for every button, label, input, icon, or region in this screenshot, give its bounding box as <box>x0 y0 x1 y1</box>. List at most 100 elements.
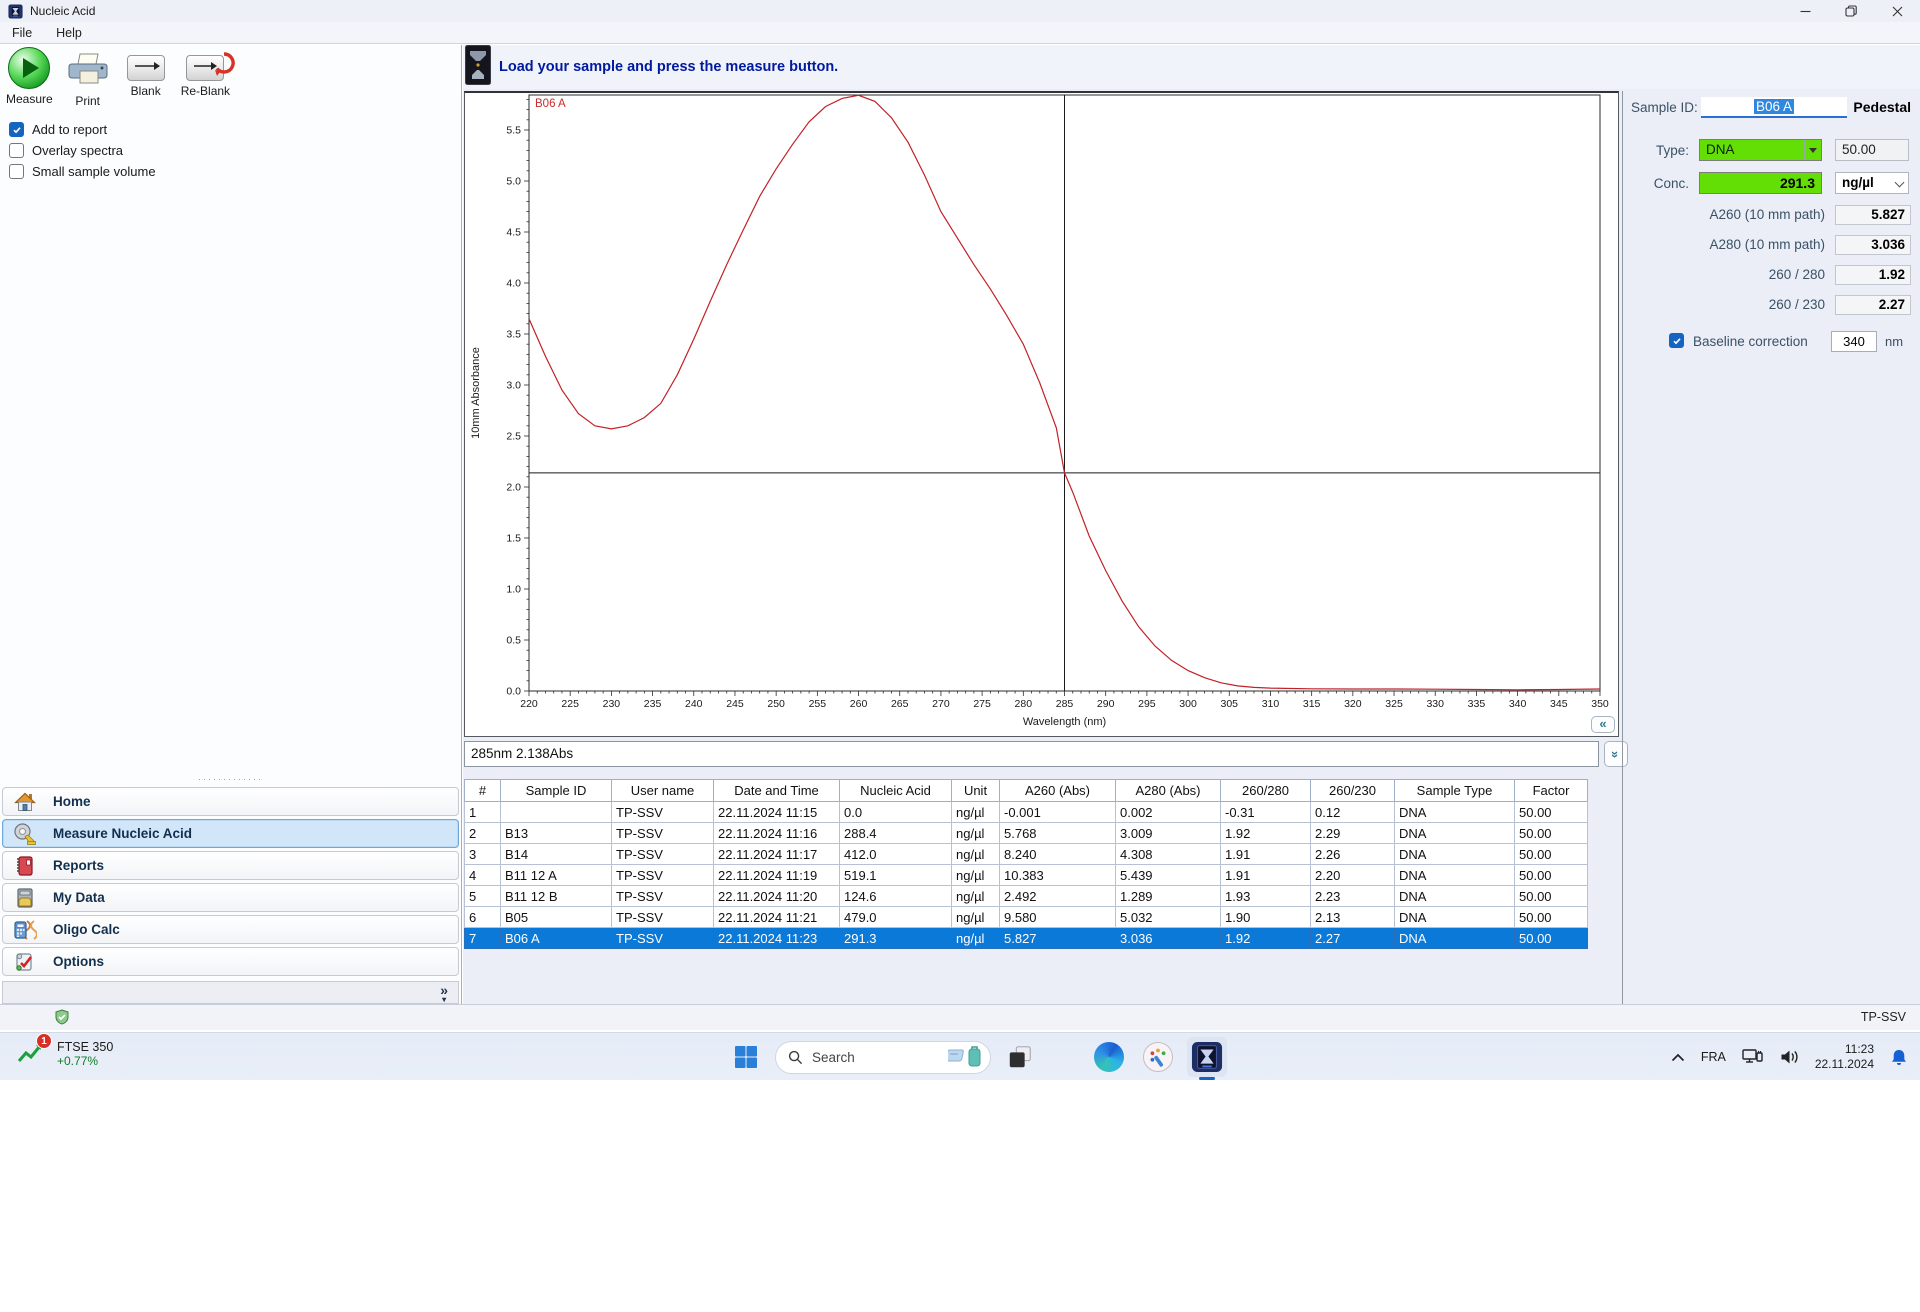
svg-text:3.5: 3.5 <box>506 329 521 341</box>
column-header[interactable]: Date and Time <box>713 779 840 802</box>
column-header[interactable]: 260/280 <box>1220 779 1311 802</box>
menu-help[interactable]: Help <box>44 26 94 40</box>
table-cell: ng/µl <box>951 906 1000 928</box>
sample-id-input[interactable]: B06 A <box>1701 97 1847 118</box>
svg-text:10mm Absorbance: 10mm Absorbance <box>470 347 482 439</box>
print-button[interactable]: Print <box>65 47 111 108</box>
column-header[interactable]: 260/230 <box>1310 779 1395 802</box>
menu-file[interactable]: File <box>0 26 44 40</box>
factor-field[interactable]: 50.00 <box>1835 139 1909 161</box>
table-cell: 0.12 <box>1310 801 1395 823</box>
close-button[interactable] <box>1874 0 1920 22</box>
table-cell: 291.3 <box>839 927 952 949</box>
column-header[interactable]: Nucleic Acid <box>839 779 952 802</box>
table-cell: 2.492 <box>999 885 1116 907</box>
svg-text:3.0: 3.0 <box>506 380 521 392</box>
svg-text:295: 295 <box>1138 698 1156 710</box>
column-header[interactable]: Sample ID <box>500 779 612 802</box>
checkbox-icon <box>9 143 24 158</box>
table-row[interactable]: 2 B13 TP-SSV 22.11.2024 11:16 288.4 ng/µl 5.76… <box>464 822 1588 844</box>
start-button[interactable] <box>726 1037 766 1077</box>
checkbox-add-to-report[interactable]: Add to report <box>9 119 156 140</box>
table-cell: 4.308 <box>1115 843 1221 865</box>
notification-bell-icon[interactable] <box>1890 1048 1908 1066</box>
table-row[interactable]: 1 TP-SSV 22.11.2024 11:15 0.0 ng/µl -0.001 0.0… <box>464 801 1588 823</box>
tray-date: 22.11.2024 <box>1814 1057 1874 1071</box>
sidebar-item-oligo-calc[interactable]: Oligo Calc <box>2 915 459 944</box>
svg-text:Wavelength (nm): Wavelength (nm) <box>1023 716 1106 728</box>
reblank-button[interactable]: Re-Blank <box>181 47 236 108</box>
network-icon[interactable] <box>1742 1048 1764 1066</box>
chevron-down-icon <box>1894 177 1905 188</box>
column-header[interactable]: A280 (Abs) <box>1115 779 1221 802</box>
sidebar-item-options[interactable]: Options <box>2 947 459 976</box>
chart-collapse-button[interactable]: « <box>1591 716 1615 733</box>
type-select[interactable]: DNA <box>1699 139 1822 161</box>
nucleic-acid-app-button[interactable] <box>1187 1037 1227 1080</box>
restore-button[interactable] <box>1828 0 1874 22</box>
widgets-button[interactable]: 1 FTSE 350 +0.77% <box>16 1033 113 1071</box>
results-table-wrap: # Sample ID User name Date and Time Nucleic … <box>464 779 1588 949</box>
checkbox-overlay-spectra[interactable]: Overlay spectra <box>9 140 156 161</box>
sidebar-item-home[interactable]: Home <box>2 787 459 816</box>
table-row[interactable]: 5 B11 12 B TP-SSV 22.11.2024 11:20 124.6 ng/µ… <box>464 885 1588 907</box>
column-header[interactable]: Unit <box>951 779 1000 802</box>
table-cell: 0.0 <box>839 801 952 823</box>
minimize-button[interactable] <box>1782 0 1828 22</box>
table-row[interactable]: 6 B05 TP-SSV 22.11.2024 11:21 479.0 ng/µl 9.58… <box>464 906 1588 928</box>
baseline-label: Baseline correction <box>1693 334 1808 349</box>
table-row[interactable]: 7 B06 A TP-SSV 22.11.2024 11:23 291.3 ng/µl 5.… <box>464 927 1588 949</box>
language-indicator[interactable]: FRA <box>1701 1050 1726 1064</box>
column-header[interactable]: A260 (Abs) <box>999 779 1116 802</box>
measure-button[interactable]: Measure <box>6 47 53 108</box>
table-cell <box>500 801 612 823</box>
svg-text:2.5: 2.5 <box>506 431 521 443</box>
table-cell: DNA <box>1394 885 1515 907</box>
edge-browser-button[interactable] <box>1089 1037 1129 1077</box>
concentration-value: 291.3 <box>1699 172 1822 194</box>
paint-app-button[interactable] <box>1138 1037 1178 1077</box>
table-cell: 8.240 <box>999 843 1116 865</box>
baseline-wavelength-field[interactable]: 340 <box>1831 331 1877 352</box>
checkbox-small-sample-volume[interactable]: Small sample volume <box>9 161 156 182</box>
collapse-sidebar-button[interactable]: » ▾ <box>440 983 448 1004</box>
sidebar-item-my-data[interactable]: My Data <box>2 883 459 912</box>
sidebar-item-reports[interactable]: Reports <box>2 851 459 880</box>
sidebar-nav: Home Measure Nucleic Acid Reports My Data Ol… <box>2 787 459 976</box>
conc-label: Conc. <box>1653 176 1689 191</box>
baseline-unit: nm <box>1885 334 1904 349</box>
table-cell: 2.20 <box>1310 864 1395 886</box>
blank-button[interactable]: Blank <box>123 47 169 108</box>
table-row[interactable]: 4 B11 12 A TP-SSV 22.11.2024 11:19 519.1 ng/µ… <box>464 864 1588 886</box>
table-cell: 1.90 <box>1220 906 1311 928</box>
nucleic-acid-app-icon <box>1191 1041 1223 1073</box>
svg-text:290: 290 <box>1097 698 1115 710</box>
tray-expand-chevron-icon[interactable] <box>1671 1053 1685 1062</box>
volume-icon[interactable] <box>1780 1049 1799 1065</box>
column-header[interactable]: User name <box>611 779 714 802</box>
table-cell: 50.00 <box>1514 864 1588 886</box>
column-header[interactable]: Sample Type <box>1394 779 1515 802</box>
clock[interactable]: 11:23 22.11.2024 <box>1815 1042 1874 1072</box>
table-cell: 5.827 <box>999 927 1116 949</box>
task-view-button[interactable] <box>1000 1037 1040 1077</box>
ratio-260-230-value: 2.27 <box>1835 295 1911 315</box>
stock-change: +0.77% <box>57 1054 99 1068</box>
svg-text:235: 235 <box>644 698 662 710</box>
table-row[interactable]: 3 B14 TP-SSV 22.11.2024 11:17 412.0 ng/µl 8.24… <box>464 843 1588 865</box>
column-header[interactable]: # <box>464 779 501 802</box>
unit-select[interactable]: ng/µl <box>1835 172 1909 194</box>
table-cell: TP-SSV <box>611 801 714 823</box>
column-header[interactable]: Factor <box>1514 779 1588 802</box>
panel-splitter[interactable]: ············· <box>0 775 461 784</box>
measure-tape-icon <box>13 822 39 846</box>
baseline-checkbox[interactable] <box>1669 333 1684 348</box>
search-input[interactable]: Search <box>775 1040 991 1074</box>
results-table: # Sample ID User name Date and Time Nucleic … <box>464 779 1588 949</box>
cursor-readout: 285nm 2.138Abs <box>464 741 1599 767</box>
table-cell: 2.23 <box>1310 885 1395 907</box>
mode-label: Pedestal <box>1853 99 1911 115</box>
sidebar-item-measure-nucleic-acid[interactable]: Measure Nucleic Acid <box>2 819 459 848</box>
sidebar-item-label: My Data <box>53 890 105 905</box>
table-cell: TP-SSV <box>611 822 714 844</box>
